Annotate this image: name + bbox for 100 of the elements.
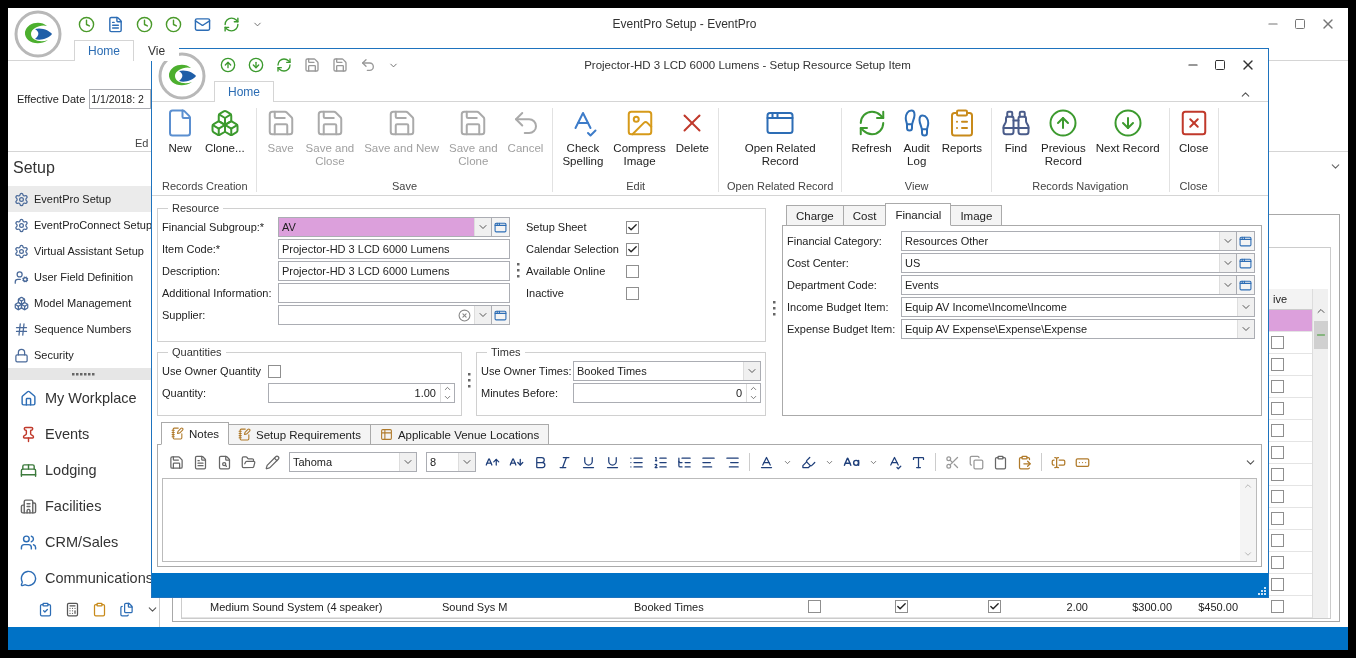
document-search-icon[interactable] — [217, 454, 232, 470]
font-combo[interactable]: Tahoma — [289, 452, 417, 472]
maximize-icon[interactable] — [1214, 59, 1226, 71]
clone-button[interactable]: Clone... — [199, 108, 250, 155]
navigation-item[interactable]: Facilities — [8, 488, 159, 524]
navigation-item[interactable]: CRM/Sales — [8, 524, 159, 560]
previous-record-button[interactable]: Previous Record — [1035, 108, 1091, 168]
find-button[interactable]: Find — [995, 108, 1036, 155]
tab[interactable]: Applicable Venue Locations — [369, 424, 550, 445]
checkbox[interactable] — [626, 264, 639, 278]
resize-grip-icon[interactable] — [1258, 587, 1266, 595]
navigation-item[interactable]: Events — [8, 416, 159, 452]
double-underline-icon[interactable] — [605, 454, 620, 470]
checkbox[interactable] — [1270, 490, 1284, 503]
tab[interactable]: Setup Requirements — [228, 424, 371, 445]
folder-icon[interactable] — [241, 454, 256, 470]
underline-icon[interactable] — [581, 454, 596, 470]
spin-up-icon[interactable] — [443, 384, 452, 393]
clock-icon[interactable] — [78, 15, 95, 33]
text-box-icon[interactable] — [1051, 454, 1066, 470]
highlight-icon[interactable] — [801, 454, 816, 470]
bullet-list-icon[interactable] — [629, 454, 644, 470]
combo-box[interactable]: US — [901, 253, 1237, 273]
copy-icon[interactable] — [969, 454, 984, 470]
combo-box[interactable] — [278, 305, 492, 325]
pencil-icon[interactable] — [265, 454, 280, 470]
spell-check-icon[interactable] — [887, 454, 902, 470]
checkbox[interactable] — [1270, 556, 1284, 569]
combo-box[interactable]: Equip AV Income\Income\Income — [901, 297, 1255, 317]
spin-down-icon[interactable] — [749, 393, 758, 402]
tab[interactable]: Image — [950, 205, 1003, 226]
font-size-combo[interactable]: 8 — [426, 452, 476, 472]
refresh-icon[interactable] — [223, 15, 240, 33]
tab[interactable]: Notes — [161, 422, 230, 445]
open-related-record-button[interactable]: Open Related Record — [739, 108, 821, 168]
checkbox[interactable] — [1270, 358, 1284, 371]
undo-icon[interactable] — [360, 57, 376, 73]
clock-icon[interactable] — [136, 15, 153, 33]
files-icon[interactable] — [119, 602, 134, 617]
cut-icon[interactable] — [945, 454, 960, 470]
combo-box[interactable]: AV — [278, 217, 492, 237]
document-icon[interactable] — [193, 454, 208, 470]
checkbox[interactable] — [1270, 336, 1284, 349]
checkbox[interactable] — [626, 242, 639, 256]
clock-icon[interactable] — [165, 15, 182, 33]
checkbox[interactable] — [1270, 380, 1284, 393]
navigation-item[interactable]: Communications — [8, 560, 159, 596]
clipboard-icon[interactable] — [92, 602, 107, 617]
lookup-window-icon[interactable] — [494, 220, 507, 234]
compress-image-button[interactable]: Compress Image — [608, 108, 671, 168]
app-logo[interactable] — [14, 10, 62, 58]
checkbox[interactable] — [1270, 512, 1284, 525]
refresh-icon[interactable] — [276, 57, 292, 73]
combo-box[interactable]: Events — [901, 275, 1237, 295]
checkbox[interactable] — [1270, 468, 1284, 481]
combo-box[interactable]: Resources Other — [901, 231, 1237, 251]
lookup-window-icon[interactable] — [494, 308, 507, 322]
italic-icon[interactable] — [557, 454, 572, 470]
tab[interactable]: Cost — [842, 205, 887, 226]
checkbox[interactable] — [1270, 402, 1284, 415]
lookup-window-icon[interactable] — [1239, 278, 1252, 292]
calculator-icon[interactable] — [65, 602, 80, 617]
multilevel-list-icon[interactable] — [677, 454, 692, 470]
bold-icon[interactable] — [533, 454, 548, 470]
splitter-grip-icon[interactable] — [772, 301, 776, 317]
close-button[interactable]: Close — [1173, 108, 1214, 155]
checkbox[interactable] — [807, 600, 821, 613]
navigation-item[interactable]: My Workplace — [8, 380, 159, 416]
scrollbar-thumb[interactable] — [1313, 321, 1328, 349]
date-field[interactable]: 1/1/2018: 2 — [89, 89, 152, 109]
refresh-button[interactable]: Refresh — [846, 108, 897, 155]
tab[interactable]: Charge — [786, 205, 844, 226]
combo-box[interactable]: Equip AV Expense\Expense\Expense — [901, 319, 1255, 339]
splitter-grip-icon[interactable] — [467, 373, 471, 389]
navigation-item[interactable]: Lodging — [8, 452, 159, 488]
combo-box[interactable]: Booked Times — [573, 361, 761, 381]
checkbox[interactable] — [626, 286, 639, 300]
paste-special-icon[interactable] — [1017, 454, 1032, 470]
new-button[interactable]: New — [159, 108, 200, 155]
audit-log-button[interactable]: Audit Log — [896, 108, 937, 168]
checkbox[interactable] — [1270, 578, 1284, 591]
checkbox[interactable] — [894, 600, 908, 613]
spin-down-icon[interactable] — [443, 393, 452, 402]
clipboard-check-icon[interactable] — [38, 602, 53, 617]
text-field[interactable]: Projector-HD 3 LCD 6000 Lumens — [278, 239, 510, 259]
splitter-grip-icon[interactable] — [516, 263, 520, 279]
document-icon[interactable] — [107, 15, 124, 33]
font-color-icon[interactable] — [759, 454, 774, 470]
clear-icon[interactable] — [458, 308, 471, 322]
delete-button[interactable]: Delete — [670, 108, 714, 155]
spin-up-icon[interactable] — [749, 384, 758, 393]
font-icon[interactable] — [911, 454, 926, 470]
checkbox[interactable] — [1270, 424, 1284, 437]
checkbox[interactable] — [268, 364, 281, 378]
tab[interactable]: Financial — [885, 203, 952, 226]
mail-icon[interactable] — [194, 15, 211, 33]
next-record-button[interactable]: Next Record — [1090, 108, 1165, 155]
checkbox[interactable] — [1270, 446, 1284, 459]
spin-field[interactable]: 1.00 — [268, 383, 455, 403]
numbered-list-icon[interactable] — [653, 454, 668, 470]
